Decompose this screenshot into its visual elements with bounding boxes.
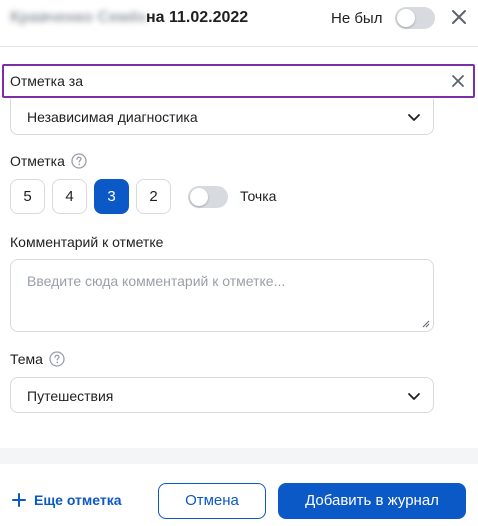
student-name: Кравченко Семён xyxy=(10,9,146,26)
grade-option-5[interactable]: 5 xyxy=(10,179,45,214)
add-another-mark-label: Еще отметка xyxy=(34,492,122,508)
grade-option-4[interactable]: 4 xyxy=(52,179,87,214)
mark-for-field xyxy=(2,64,475,98)
footer-divider xyxy=(0,448,478,464)
theme-select[interactable]: Путешествия xyxy=(10,377,434,413)
mark-for-input[interactable] xyxy=(10,71,440,91)
add-to-journal-button[interactable]: Добавить в журнал xyxy=(278,483,466,519)
comment-label: Комментарий к отметке xyxy=(10,234,164,250)
grade-option-2[interactable]: 2 xyxy=(136,179,171,214)
theme-value: Путешествия xyxy=(27,388,114,404)
cancel-button[interactable]: Отмена xyxy=(158,483,266,519)
dot-toggle[interactable] xyxy=(188,186,228,208)
chevron-down-icon xyxy=(408,114,420,121)
modal-header: Кравченко Семён на 11.02.2022 Не был xyxy=(0,0,478,47)
add-another-mark-button[interactable]: Еще отметка xyxy=(12,492,122,512)
date-title: на 11.02.2022 xyxy=(146,9,249,26)
toggle-knob xyxy=(397,9,415,27)
close-button[interactable] xyxy=(448,6,470,28)
absent-label: Не был xyxy=(331,10,383,27)
plus-icon xyxy=(12,493,26,507)
dot-label: Точка xyxy=(240,188,277,204)
help-icon[interactable] xyxy=(49,351,65,367)
modal-footer: Еще отметка Отмена Добавить в журнал xyxy=(0,464,478,526)
grade-option-3[interactable]: 3 xyxy=(94,179,129,214)
help-icon[interactable] xyxy=(71,153,87,169)
toggle-knob xyxy=(190,188,208,206)
theme-label-row: Тема xyxy=(10,351,65,367)
assessment-type-value: Независимая диагностика xyxy=(27,109,198,125)
absent-toggle[interactable] xyxy=(395,7,435,29)
theme-label: Тема xyxy=(10,351,43,367)
grade-label-row: Отметка xyxy=(10,153,87,169)
chevron-down-icon xyxy=(408,393,420,400)
comment-field xyxy=(10,259,434,332)
assessment-type-select[interactable]: Независимая диагностика xyxy=(10,99,434,135)
clear-icon xyxy=(452,75,464,87)
comment-textarea[interactable] xyxy=(11,260,433,331)
close-icon xyxy=(452,10,466,24)
clear-button[interactable] xyxy=(449,72,467,90)
grade-label: Отметка xyxy=(10,153,65,169)
